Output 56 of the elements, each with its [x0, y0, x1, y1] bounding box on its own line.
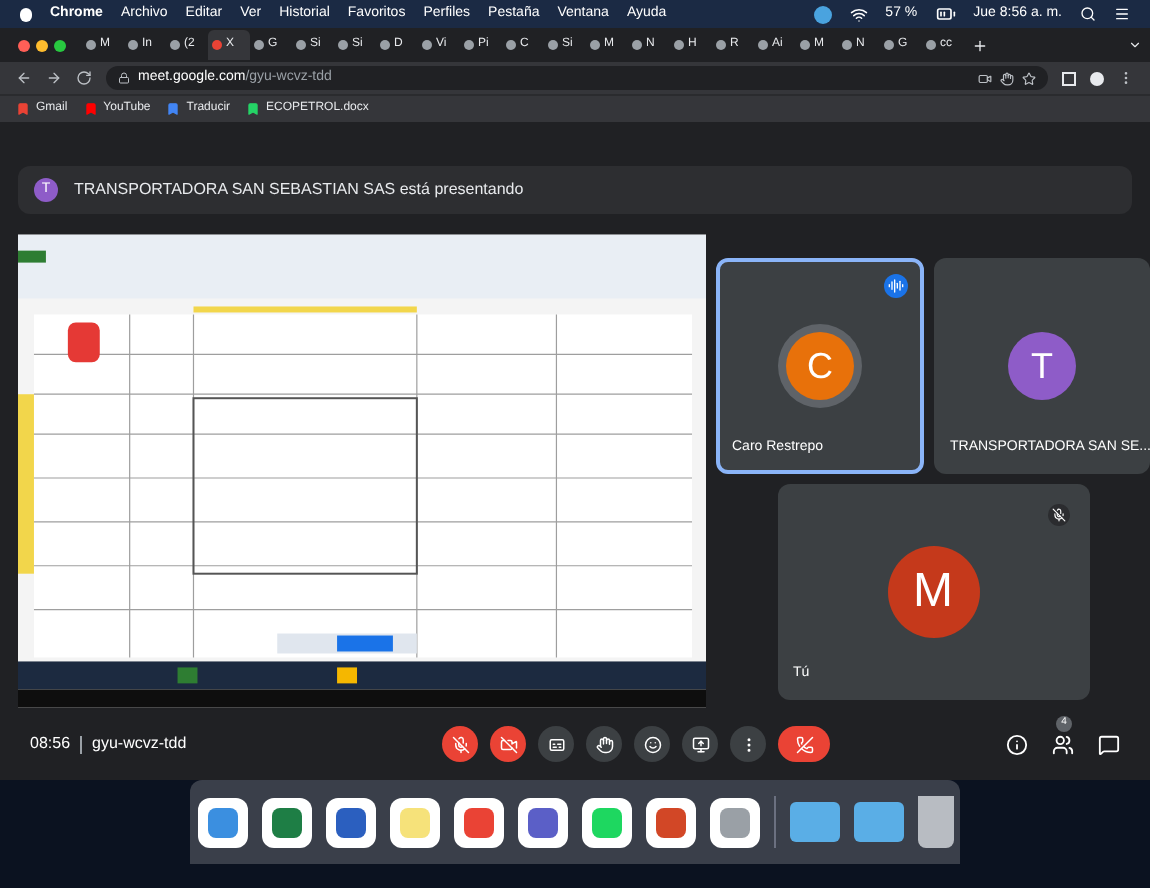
- info-icon[interactable]: [1006, 733, 1028, 755]
- meeting-time: 08:56: [30, 732, 71, 756]
- folder-icon[interactable]: [789, 802, 839, 842]
- captions-icon: [547, 735, 566, 753]
- app-icon[interactable]: [581, 797, 631, 847]
- smiley-icon: [643, 735, 662, 753]
- lock-icon: [118, 72, 130, 84]
- hand-icon: [595, 735, 614, 753]
- hang-up-button[interactable]: [778, 726, 831, 762]
- present-icon: [691, 735, 710, 753]
- app-icon[interactable]: [517, 797, 567, 847]
- tab-search-icon[interactable]: [1128, 38, 1142, 52]
- reload-icon[interactable]: [76, 70, 92, 86]
- control-button[interactable]: [490, 726, 527, 762]
- close-window-icon[interactable]: [18, 39, 30, 51]
- bookmark-star-icon[interactable]: [1022, 71, 1036, 85]
- avatar: T: [1008, 332, 1076, 400]
- app-icon[interactable]: [453, 797, 503, 847]
- speaking-icon: [884, 274, 908, 298]
- back-icon[interactable]: [16, 70, 32, 86]
- app-icon[interactable]: [325, 797, 375, 847]
- apple-icon[interactable]: [20, 7, 32, 21]
- people-icon[interactable]: [1052, 733, 1074, 755]
- folder-icon[interactable]: [853, 802, 903, 842]
- app-icon[interactable]: [709, 797, 759, 847]
- control-button[interactable]: [634, 726, 671, 762]
- avatar: M: [887, 546, 979, 638]
- microphone-icon: [451, 735, 470, 753]
- control-button[interactable]: [538, 726, 575, 762]
- camera-icon: [499, 735, 518, 753]
- hand-icon[interactable]: [1000, 71, 1014, 85]
- minimize-window-icon[interactable]: [36, 39, 48, 51]
- chat-icon[interactable]: [1098, 733, 1120, 755]
- control-button[interactable]: [442, 726, 479, 762]
- app-icon[interactable]: [645, 797, 695, 847]
- status-icon[interactable]: [813, 5, 832, 23]
- app-icon[interactable]: [389, 797, 439, 847]
- search-icon[interactable]: [1080, 6, 1096, 22]
- app-icon[interactable]: [261, 797, 311, 847]
- banner-text: TRANSPORTADORA SAN SEBASTIAN SAS está presentando: [74, 178, 524, 202]
- new-tab-icon[interactable]: [972, 37, 988, 53]
- battery-icon[interactable]: [935, 4, 956, 24]
- avatar: C: [786, 332, 854, 400]
- side-panel-icon[interactable]: [1062, 71, 1076, 85]
- trash-icon[interactable]: [917, 796, 953, 848]
- app-icon[interactable]: [197, 797, 247, 847]
- camera-icon[interactable]: [978, 71, 992, 85]
- meeting-code: gyu-wcvz-tdd: [92, 732, 187, 756]
- control-button[interactable]: [586, 726, 623, 762]
- hang-up-icon: [795, 735, 814, 753]
- zoom-window-icon[interactable]: [54, 39, 66, 51]
- profile-icon[interactable]: [1090, 71, 1104, 85]
- control-button[interactable]: [682, 726, 719, 762]
- control-center-icon[interactable]: [1114, 6, 1130, 22]
- wifi-icon[interactable]: [849, 5, 868, 23]
- forward-icon[interactable]: [46, 70, 62, 86]
